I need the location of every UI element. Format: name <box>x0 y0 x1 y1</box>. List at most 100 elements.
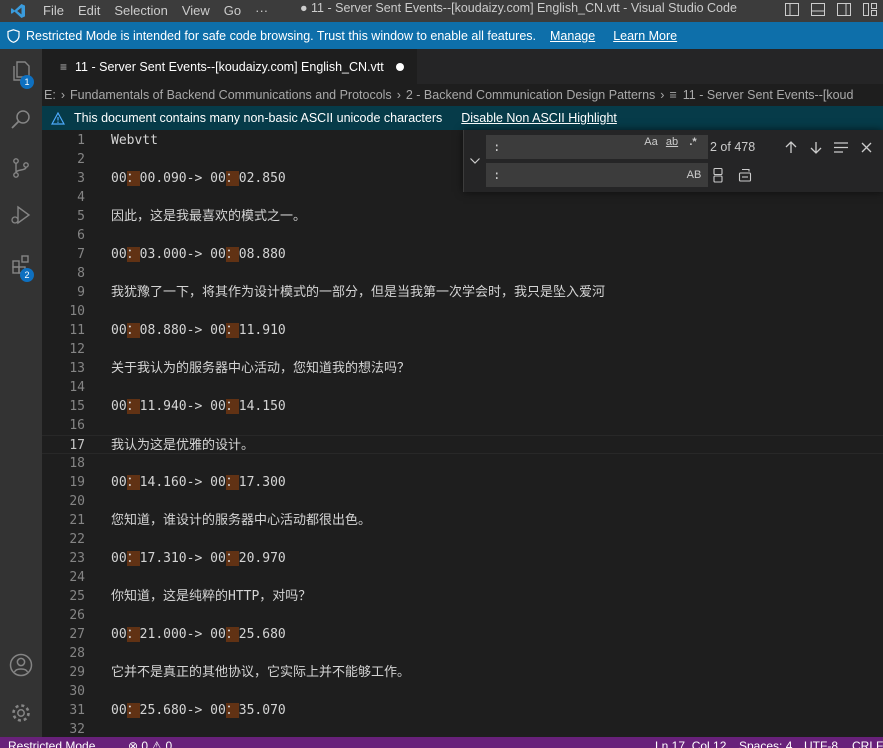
editor-tab-bar: ≡ 11 - Server Sent Events--[koudaizy.com… <box>42 49 883 84</box>
next-match-arrow-down-icon[interactable] <box>805 135 827 159</box>
breadcrumb-drive[interactable]: E: <box>44 88 56 102</box>
code-line[interactable]: 11 00：08.880-> 00：11.910 <box>42 321 883 340</box>
previous-match-arrow-up-icon[interactable] <box>780 135 802 159</box>
code-line[interactable]: 22 <box>42 530 883 549</box>
extensions-icon[interactable]: 2 <box>0 244 42 284</box>
code-line[interactable]: 32 <box>42 720 883 738</box>
indentation-status[interactable]: Spaces: 4 <box>739 737 792 748</box>
file-lines-icon: ≡ <box>60 59 68 74</box>
toggle-panel-icon[interactable] <box>805 0 831 18</box>
replace-input[interactable]: : <box>486 163 708 187</box>
line-text-segment: 关于我认为的服务器中心活动，您知道我的想法吗？ <box>111 360 411 376</box>
code-line[interactable]: 12 <box>42 340 883 359</box>
line-number: 8 <box>77 265 85 281</box>
settings-gear-icon[interactable] <box>0 693 42 733</box>
code-line[interactable]: 28 <box>42 644 883 663</box>
run-debug-icon[interactable] <box>0 195 42 235</box>
tab-vtt-file[interactable]: ≡ 11 - Server Sent Events--[koudaizy.com… <box>42 49 417 84</box>
manage-link[interactable]: Manage <box>550 29 595 43</box>
problems-status[interactable]: ⊗ 0 ⚠ 0 <box>128 737 172 748</box>
explorer-icon[interactable]: 1 <box>0 51 42 91</box>
menu-more[interactable]: ··· <box>248 0 275 22</box>
code-line[interactable]: 31 00：25.680-> 00：35.070 <box>42 701 883 720</box>
non-ascii-colon-highlight: ： <box>126 550 140 566</box>
line-text-segment: 02.850 <box>238 170 286 186</box>
line-text: 它并不是真正的其他协议，它实际上并不能够工作。 <box>111 663 410 682</box>
code-line[interactable]: 18 <box>42 454 883 473</box>
line-ending-status[interactable]: CRLF <box>852 737 883 748</box>
line-number: 27 <box>69 626 85 642</box>
disable-non-ascii-highlight-link[interactable]: Disable Non ASCII Highlight <box>461 111 617 125</box>
code-line[interactable]: 14 <box>42 378 883 397</box>
find-in-selection-icon[interactable] <box>830 135 852 159</box>
encoding-status[interactable]: UTF-8 <box>804 737 838 748</box>
non-ascii-colon-highlight: ： <box>126 398 140 414</box>
code-line[interactable]: 16 <box>42 416 883 435</box>
banner-message: Restricted Mode is intended for safe cod… <box>26 28 536 43</box>
non-ascii-colon-highlight: ： <box>126 702 140 718</box>
code-line[interactable]: 21 您知道，谁设计的服务器中心活动都很出色。 <box>42 511 883 530</box>
code-line[interactable]: 10 <box>42 302 883 321</box>
layout-controls <box>779 0 883 18</box>
code-line[interactable]: 6 <box>42 226 883 245</box>
chevron-right-icon: › <box>396 88 401 102</box>
code-line[interactable]: 27 00：21.000-> 00：25.680 <box>42 625 883 644</box>
line-text-segment: 25.680 <box>238 626 286 642</box>
non-ascii-colon-highlight: ： <box>225 550 239 566</box>
line-number: 32 <box>69 721 85 737</box>
unsaved-dot-icon[interactable] <box>395 62 404 71</box>
code-line[interactable]: 23 00：17.310-> 00：20.970 <box>42 549 883 568</box>
breadcrumb-section-folder[interactable]: 2 - Backend Communication Design Pattern… <box>406 88 655 102</box>
toggle-replace-chevron-icon[interactable] <box>466 134 484 188</box>
match-whole-word-option[interactable]: ab <box>664 134 680 150</box>
use-regex-option[interactable]: .* <box>686 134 700 150</box>
status-bar: Restricted Mode ⊗ 0 ⚠ 0 Ln 17, Col 12 Sp… <box>0 737 883 748</box>
line-text-segment: 17.300 <box>238 474 286 490</box>
line-text-segment: 08.880-> 00 <box>139 322 226 338</box>
close-icon[interactable] <box>855 135 877 159</box>
code-line[interactable]: 29 它并不是真正的其他协议，它实际上并不能够工作。 <box>42 663 883 682</box>
replace-all-icon[interactable] <box>734 163 756 187</box>
find-replace-widget: : Aa ab .* 2 of 478 : AB <box>463 130 883 192</box>
preserve-case-option[interactable]: AB <box>686 167 702 183</box>
cursor-position-status[interactable]: Ln 17, Col 12 <box>655 737 726 748</box>
code-line[interactable]: 15 00：11.940-> 00：14.150 <box>42 397 883 416</box>
code-line[interactable]: 13 关于我认为的服务器中心活动，您知道我的想法吗？ <box>42 359 883 378</box>
breadcrumb-file[interactable]: 11 - Server Sent Events--[koud <box>683 88 854 102</box>
menu-file[interactable]: File <box>36 0 71 22</box>
menu-selection[interactable]: Selection <box>107 0 174 22</box>
code-line[interactable]: 5 因此，这是我最喜欢的模式之一。 <box>42 207 883 226</box>
code-line[interactable]: 20 <box>42 492 883 511</box>
menu-go[interactable]: Go <box>217 0 248 22</box>
learn-more-link[interactable]: Learn More <box>613 29 677 43</box>
toggle-primary-sidebar-icon[interactable] <box>779 0 805 18</box>
non-ascii-colon-highlight: ： <box>225 702 239 718</box>
menu-edit[interactable]: Edit <box>71 0 107 22</box>
line-text-segment: 03.000-> 00 <box>139 246 226 262</box>
search-icon[interactable] <box>0 100 42 140</box>
breadcrumb-course-folder[interactable]: Fundamentals of Backend Communications a… <box>70 88 392 102</box>
code-line[interactable]: 26 <box>42 606 883 625</box>
code-line[interactable]: 25 你知道，这是纯粹的HTTP，对吗？ <box>42 587 883 606</box>
accounts-icon[interactable] <box>0 645 42 685</box>
code-editor[interactable]: 1 Webvtt 2 3 00：00.090-> 00：02.850 4 5 因此，这是我最喜… <box>42 130 883 737</box>
code-line[interactable]: 8 <box>42 264 883 283</box>
match-case-option[interactable]: Aa <box>644 134 658 150</box>
toggle-secondary-sidebar-icon[interactable] <box>831 0 857 18</box>
line-text: 00：11.940-> 00：14.150 <box>111 397 286 416</box>
code-line[interactable]: 9 我犹豫了一下，将其作为设计模式的一部分，但是当我第一次学会时，我只是坠入爱河 <box>42 283 883 302</box>
source-control-icon[interactable] <box>0 148 42 188</box>
line-number: 2 <box>77 151 85 167</box>
line-text-segment: 00 <box>111 626 127 642</box>
menu-view[interactable]: View <box>175 0 217 22</box>
customize-layout-icon[interactable] <box>857 0 883 18</box>
non-ascii-colon-highlight: ： <box>126 322 140 338</box>
code-line[interactable]: 7 00：03.000-> 00：08.880 <box>42 245 883 264</box>
code-line[interactable]: 19 00：14.160-> 00：17.300 <box>42 473 883 492</box>
restricted-mode-status[interactable]: Restricted Mode <box>8 737 95 748</box>
code-line[interactable]: 17 我认为这是优雅的设计。 <box>42 434 883 454</box>
code-line[interactable]: 24 <box>42 568 883 587</box>
replace-one-icon[interactable] <box>707 163 729 187</box>
code-line[interactable]: 30 <box>42 682 883 701</box>
shield-icon <box>0 28 26 43</box>
